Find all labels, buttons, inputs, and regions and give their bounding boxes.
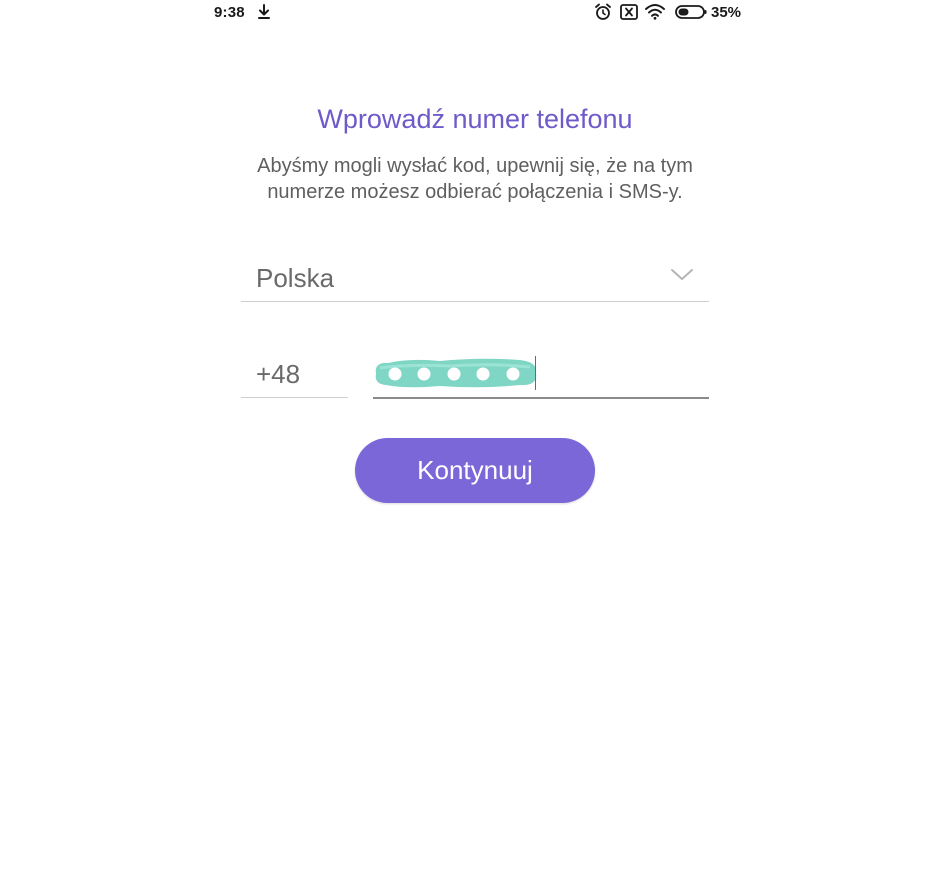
page-title: Wprowadź numer telefonu: [317, 104, 633, 134]
redaction-scribble: [375, 358, 537, 388]
battery-icon: [675, 5, 707, 19]
phone-number-input[interactable]: [373, 352, 709, 399]
continue-button[interactable]: Kontynuuj: [355, 438, 595, 503]
sim-icon: [620, 4, 638, 20]
text-cursor: [535, 356, 536, 390]
wifi-icon: [645, 4, 665, 20]
chevron-down-icon: [671, 269, 693, 280]
battery-percent: 35%: [711, 4, 742, 21]
country-select[interactable]: Polska: [241, 257, 709, 302]
page-subtitle: Abyśmy mogli wysłać kod, upewnij się, że…: [0, 153, 947, 205]
country-code-value: +48: [256, 359, 301, 389]
status-time: 9:38: [214, 4, 245, 21]
phone-number-screen: 9:38 35% Wprowadź numer telefonu Abyśmy …: [0, 0, 947, 877]
country-code-field[interactable]: +48: [241, 352, 348, 398]
status-bar: 9:38 35%: [0, 0, 947, 26]
alarm-icon: [595, 3, 611, 20]
download-icon: [258, 4, 270, 19]
subtitle-line-1: Abyśmy mogli wysłać kod, upewnij się, że…: [257, 155, 693, 177]
subtitle-line-2: numerze możesz odbierać połączenia i SMS…: [267, 181, 683, 203]
country-value: Polska: [256, 263, 335, 293]
